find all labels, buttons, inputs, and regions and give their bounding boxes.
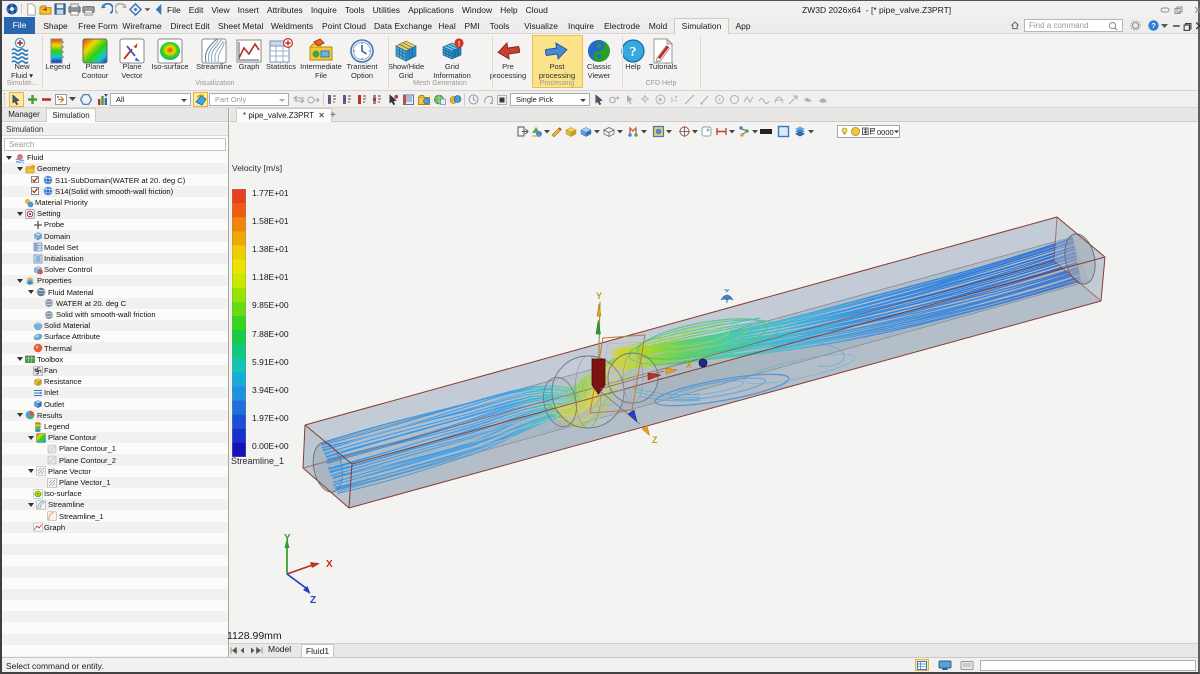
svg-text:Y: Y bbox=[284, 533, 291, 544]
svg-text:?: ? bbox=[1151, 21, 1156, 30]
svg-text:!: ! bbox=[458, 41, 460, 48]
svg-text:X: X bbox=[686, 360, 692, 370]
svg-text:X: X bbox=[326, 559, 333, 570]
svg-text:Y: Y bbox=[596, 291, 602, 301]
svg-text:Z: Z bbox=[310, 595, 316, 606]
svg-text:?: ? bbox=[630, 45, 637, 60]
svg-text:Z: Z bbox=[652, 435, 658, 445]
